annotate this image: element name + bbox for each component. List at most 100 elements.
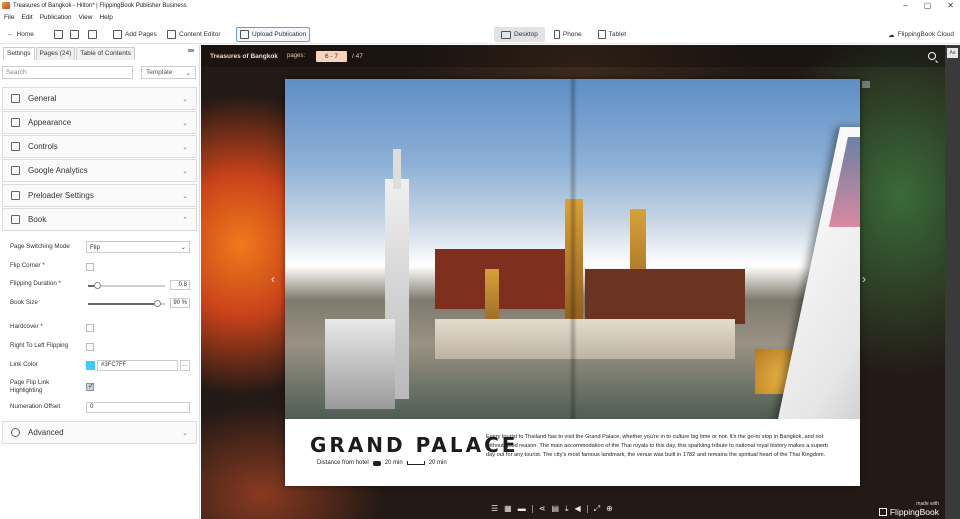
- slider-handle[interactable]: [93, 282, 101, 289]
- numeration-offset-input[interactable]: 0: [86, 402, 190, 413]
- section-preloader-settings[interactable]: Preloader Settings ⌄: [2, 184, 197, 207]
- flippingbook-logo[interactable]: FlippingBook: [878, 507, 939, 517]
- section-general[interactable]: General ⌄: [2, 87, 197, 110]
- device-phone-button[interactable]: Phone: [547, 27, 589, 42]
- flippingbook-cloud-button[interactable]: ☁ FlippingBook Cloud: [888, 27, 954, 42]
- publication-title: Treasures of Bangkok: [210, 53, 278, 60]
- right-to-left-checkbox[interactable]: [86, 343, 94, 351]
- page-flip-link-checkbox[interactable]: [86, 382, 94, 391]
- analytics-icon: [11, 166, 20, 175]
- menu-view[interactable]: View: [79, 14, 93, 21]
- slider-fill: [88, 303, 158, 305]
- section-appearance[interactable]: Appearance ⌄: [2, 111, 197, 134]
- sliders-icon: [11, 94, 20, 103]
- share-icon[interactable]: ⋖: [539, 505, 546, 513]
- section-google-analytics[interactable]: Google Analytics ⌄: [2, 159, 197, 182]
- publication-preview: Treasures of Bangkok pages: 6 - 7 / 47 A…: [201, 45, 960, 519]
- fullscreen-icon[interactable]: ⤢: [594, 505, 600, 513]
- home-label: Home: [16, 31, 34, 38]
- link-color-input[interactable]: #3FC7FF: [97, 360, 178, 371]
- thumbnails-icon[interactable]: ▦: [504, 505, 512, 513]
- flip-corner-label: Flip Corner *: [10, 262, 45, 269]
- content-editor-button[interactable]: Content Editor: [164, 27, 224, 42]
- save-icon[interactable]: [88, 30, 97, 39]
- flipping-duration-label: Flipping Duration *: [10, 280, 61, 287]
- preview-controls: ☰ ▦ ▬ ⋖ ▤ ⤓ ◀ ⤢ ⊕: [491, 505, 613, 513]
- settings-panel: Settings Pages (24) Table of Contents Se…: [0, 45, 200, 519]
- flipping-duration-slider[interactable]: [88, 282, 165, 289]
- home-button[interactable]: ← Home: [4, 27, 37, 42]
- slider-handle[interactable]: [153, 300, 161, 307]
- tab-table-of-contents[interactable]: Table of Contents: [76, 47, 135, 60]
- device-tablet-button[interactable]: Tablet: [591, 27, 633, 42]
- download-icon[interactable]: ⤓: [565, 505, 569, 513]
- chevron-down-icon: ⌄: [182, 167, 188, 175]
- hardcover-checkbox[interactable]: [86, 324, 94, 332]
- upload-publication-button[interactable]: Upload Publication: [236, 27, 311, 42]
- cloud-label: FlippingBook Cloud: [897, 31, 954, 38]
- link-color-picker-button[interactable]: ...: [180, 360, 190, 371]
- section-label: Book: [28, 215, 47, 224]
- previous-page-arrow-icon[interactable]: ‹: [271, 272, 275, 286]
- sound-icon[interactable]: ◀: [575, 505, 581, 513]
- device-desktop-button[interactable]: Desktop: [494, 27, 545, 42]
- section-label: Advanced: [28, 428, 64, 437]
- tab-settings[interactable]: Settings: [3, 47, 35, 60]
- section-controls[interactable]: Controls ⌄: [2, 135, 197, 158]
- search-icon[interactable]: [928, 52, 936, 60]
- menu-publication[interactable]: Publication: [40, 14, 72, 21]
- section-advanced[interactable]: Advanced ⌄: [2, 421, 197, 444]
- menu-bar: File Edit Publication View Help: [0, 12, 113, 23]
- window-controls: – ▢ ✕: [903, 0, 954, 11]
- section-label: Controls: [28, 142, 58, 151]
- flipping-duration-input[interactable]: 0.8: [170, 280, 190, 290]
- cloud-icon: ☁: [888, 31, 895, 39]
- book-size-input[interactable]: 90 %: [170, 298, 190, 308]
- search-input[interactable]: Search: [2, 66, 133, 79]
- add-pages-button[interactable]: Add Pages: [110, 27, 160, 42]
- menu-edit[interactable]: Edit: [21, 14, 32, 21]
- comment-icon[interactable]: ▬: [518, 505, 526, 513]
- numeration-offset-label: Numeration Offset: [10, 403, 61, 410]
- list-icon[interactable]: ☰: [491, 505, 498, 513]
- close-button[interactable]: ✕: [947, 0, 954, 11]
- upload-icon: [240, 30, 249, 39]
- folder-icon[interactable]: [70, 30, 79, 39]
- car-icon: [372, 460, 381, 466]
- bookmark-icon[interactable]: [862, 81, 870, 88]
- chevron-up-icon: ⌃: [182, 216, 188, 224]
- book-spread[interactable]: e, ple style a V GRAND PALACE Distance f…: [285, 79, 860, 486]
- next-page-arrow-icon[interactable]: ›: [862, 272, 866, 286]
- chevron-down-icon: ⌄: [182, 429, 188, 437]
- toolbar: ← Home Add Pages Content Editor Upload P…: [0, 25, 960, 44]
- page-number-input[interactable]: 6 - 7: [316, 51, 347, 62]
- link-color-label: Link Color: [10, 361, 38, 368]
- menu-file[interactable]: File: [4, 14, 14, 21]
- link-color-swatch[interactable]: [86, 361, 95, 370]
- spinner-icon: [11, 191, 20, 200]
- title-bar: Treasures of Bangkok - Hilton* | Flippin…: [0, 0, 960, 11]
- menu-help[interactable]: Help: [99, 14, 112, 21]
- collapse-panel-button[interactable]: [188, 49, 194, 52]
- print-icon[interactable]: ▤: [551, 505, 559, 513]
- book-size-slider[interactable]: [88, 300, 165, 307]
- chevron-down-icon: ⌄: [182, 95, 188, 103]
- zoom-icon[interactable]: ⊕: [606, 505, 613, 513]
- page-switching-mode-label: Page Switching Mode: [10, 243, 70, 250]
- chevron-down-icon: ⌄: [182, 192, 188, 200]
- preview-scrollbar[interactable]: Aa: [945, 45, 960, 519]
- template-dropdown[interactable]: Template ⌄: [141, 66, 196, 79]
- page-switching-mode-select[interactable]: Flip ⌄: [86, 241, 190, 253]
- tab-pages[interactable]: Pages (24): [35, 47, 76, 60]
- section-label: Preloader Settings: [28, 191, 94, 200]
- palace-wall: [435, 319, 735, 359]
- maximize-button[interactable]: ▢: [924, 0, 932, 11]
- white-pavilion: [325, 319, 395, 409]
- minimize-button[interactable]: –: [903, 0, 907, 11]
- text-size-icon[interactable]: Aa: [947, 48, 958, 58]
- chevron-down-icon: ⌄: [182, 143, 188, 151]
- flip-corner-checkbox[interactable]: [86, 263, 94, 271]
- hardcover-label: Hardcover *: [10, 323, 43, 330]
- section-book[interactable]: Book ⌃: [2, 208, 197, 231]
- document-icon[interactable]: [54, 30, 63, 39]
